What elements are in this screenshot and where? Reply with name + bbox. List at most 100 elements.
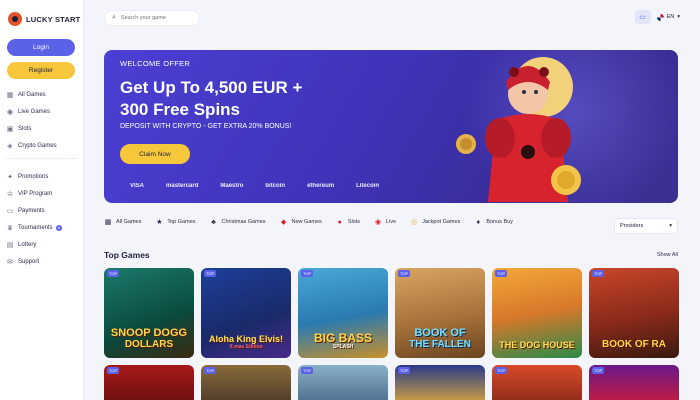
tab-label: Top Games bbox=[167, 219, 196, 225]
game-tile-snoop-dogg-dollars[interactable]: TOP SNOOP DOGG DOLLARS bbox=[104, 268, 194, 358]
dice-icon: ◆ bbox=[280, 219, 287, 226]
top-badge: TOP bbox=[107, 270, 120, 277]
tab-all-games[interactable]: ▦ All Games bbox=[104, 218, 142, 226]
game-tile-row2-5[interactable]: TOP bbox=[492, 365, 582, 400]
top-badge: TOP bbox=[592, 270, 605, 277]
sidebar-item-label: Lottery bbox=[18, 241, 37, 248]
game-tile-the-dog-house[interactable]: TOP THE DOG HOUSE bbox=[492, 268, 582, 358]
slots-icon: ▣ bbox=[6, 125, 14, 133]
sidebar-secondary-nav: ✦ Promotions ♔ VIP Program ▭ Payments ♛ Tour… bbox=[6, 168, 80, 270]
uk-flag-icon bbox=[656, 13, 664, 21]
game-tile-row2-3[interactable]: TOP bbox=[298, 365, 388, 400]
sidebar-item-label: Promotions bbox=[18, 173, 49, 180]
game-tile-row2-2[interactable]: TOP bbox=[201, 365, 291, 400]
live-icon: ◉ bbox=[374, 219, 382, 226]
tab-label: Jackpot Games bbox=[422, 219, 461, 225]
top-badge: TOP bbox=[495, 270, 508, 277]
top-badge: TOP bbox=[204, 367, 217, 374]
brand-logo[interactable]: LUCKY START bbox=[8, 12, 80, 26]
banner-subtitle: DEPOSIT WITH CRYPTO - GET EXTRA 20% BONU… bbox=[120, 123, 292, 130]
ticket-icon: ▤ bbox=[6, 241, 14, 249]
tab-top-games[interactable]: ★ Top Games bbox=[155, 218, 195, 226]
wallet-icon[interactable]: ▭ bbox=[634, 10, 651, 24]
welcome-banner[interactable]: WELCOME OFFER Get Up To 4,500 EUR + 300 … bbox=[104, 50, 678, 203]
sidebar-item-crypto-games[interactable]: ◈ Crypto Games bbox=[6, 137, 80, 154]
top-games-title: Top Games bbox=[104, 250, 150, 260]
banner-kicker: WELCOME OFFER bbox=[120, 59, 191, 68]
sidebar-item-support[interactable]: ✉ Support bbox=[6, 253, 80, 270]
tab-jackpot-games[interactable]: ◎ Jackpot Games bbox=[410, 218, 460, 226]
sidebar-divider bbox=[6, 158, 76, 159]
top-badge: TOP bbox=[398, 367, 411, 374]
sidebar-primary-nav: ▦ All Games ◉ Live Games ▣ Slots ◈ Crypto Ga… bbox=[6, 86, 80, 154]
logo-icon bbox=[8, 12, 22, 26]
grid-icon: ▦ bbox=[104, 219, 112, 226]
search-bar[interactable]: ⌕ bbox=[104, 10, 200, 26]
sidebar-item-label: Crypto Games bbox=[18, 142, 57, 149]
sidebar-item-all-games[interactable]: ▦ All Games bbox=[6, 86, 80, 103]
tab-bonus-buy[interactable]: ♦ Bonus Buy bbox=[474, 218, 513, 226]
banner-title-line1: Get Up To 4,500 EUR + bbox=[120, 78, 303, 97]
top-badge: TOP bbox=[398, 270, 411, 277]
game-tile-book-of-the-fallen[interactable]: TOP BOOK OF THE FALLEN bbox=[395, 268, 485, 358]
game-tile-row2-6[interactable]: TOP bbox=[589, 365, 679, 400]
sidebar-item-slots[interactable]: ▣ Slots bbox=[6, 120, 80, 137]
sidebar-item-label: Support bbox=[18, 258, 40, 265]
providers-label: Providers bbox=[620, 223, 644, 229]
star-icon: ★ bbox=[156, 219, 163, 226]
chat-icon: ✉ bbox=[7, 258, 13, 266]
sidebar-item-payments[interactable]: ▭ Payments bbox=[6, 202, 80, 219]
register-button[interactable]: Register bbox=[7, 62, 75, 79]
tab-label: Live bbox=[386, 219, 397, 225]
bitcoin-logo: bitcoin bbox=[265, 183, 286, 189]
trophy-icon: ♛ bbox=[6, 224, 14, 232]
tab-label: New Games bbox=[291, 219, 322, 225]
tab-slots[interactable]: ● Slots bbox=[336, 218, 360, 226]
ethereum-logo: ethereum bbox=[307, 183, 335, 189]
game-tile-row2-4[interactable]: TOP bbox=[395, 365, 485, 400]
game-title: Aloha King Elvis! X-mas Edition bbox=[208, 334, 283, 350]
sidebar-item-lottery[interactable]: ▤ Lottery bbox=[6, 236, 80, 253]
live-icon: ◉ bbox=[6, 108, 14, 116]
sidebar-item-promotions[interactable]: ✦ Promotions bbox=[6, 168, 80, 185]
top-right-controls: ▭ EN ▾ bbox=[634, 10, 680, 24]
banner-title-line2: 300 Free Spins bbox=[120, 100, 241, 119]
sidebar-item-vip-program[interactable]: ♔ VIP Program bbox=[6, 185, 80, 202]
game-title: BIG BASS SPLASH bbox=[313, 331, 372, 350]
tab-label: Bonus Buy bbox=[486, 219, 513, 225]
sidebar-item-label: Live Games bbox=[18, 108, 51, 115]
gift-icon: ✦ bbox=[7, 173, 13, 181]
sidebar-item-live-games[interactable]: ◉ Live Games bbox=[6, 103, 80, 120]
search-input[interactable] bbox=[120, 15, 191, 21]
cherry-icon: ● bbox=[337, 218, 342, 226]
brand-name: LUCKY START bbox=[26, 14, 81, 24]
providers-select[interactable]: Providers ▾ bbox=[614, 218, 678, 234]
sidebar-item-label: Tournaments bbox=[18, 224, 53, 231]
category-tabs: ▦ All Games ★ Top Games ♣ Christmas Games ◆… bbox=[104, 218, 527, 227]
game-tile-book-of-ra[interactable]: TOP BOOK OF RA bbox=[589, 268, 679, 358]
tab-new-games[interactable]: ◆ New Games bbox=[280, 218, 322, 226]
top-badge: TOP bbox=[592, 367, 605, 374]
crown-icon: ♔ bbox=[6, 190, 14, 198]
visa-logo: VISA bbox=[130, 183, 145, 189]
sidebar-item-tournaments[interactable]: ♛ Tournaments 8 bbox=[6, 219, 80, 236]
coins-icon: ◎ bbox=[411, 219, 418, 226]
claim-now-button[interactable]: Claim Now bbox=[120, 144, 190, 164]
login-button[interactable]: Login bbox=[7, 39, 75, 56]
language-selector[interactable]: EN ▾ bbox=[656, 13, 680, 21]
top-badge: TOP bbox=[495, 367, 508, 374]
game-tile-big-bass-splash[interactable]: TOP BIG BASS SPLASH bbox=[298, 268, 388, 358]
game-tile-aloha-king-elvis[interactable]: TOP Aloha King Elvis! X-mas Edition bbox=[201, 268, 291, 358]
grid-icon: ▦ bbox=[6, 91, 14, 99]
sidebar-item-label: All Games bbox=[18, 91, 46, 98]
top-badge: TOP bbox=[301, 270, 314, 277]
tab-christmas-games[interactable]: ♣ Christmas Games bbox=[210, 218, 265, 226]
tab-live[interactable]: ◉ Live bbox=[374, 218, 396, 226]
casino-app: LUCKY START Login Register ▦ All Games ◉ L… bbox=[0, 0, 700, 400]
show-all-link[interactable]: Show All bbox=[657, 252, 678, 258]
game-title: SNOOP DOGG DOLLARS bbox=[110, 326, 188, 350]
top-badge: TOP bbox=[107, 367, 120, 374]
game-title: BOOK OF RA bbox=[602, 338, 666, 350]
game-tile-row2-1[interactable]: TOP bbox=[104, 365, 194, 400]
card-icon: ▭ bbox=[6, 207, 14, 215]
